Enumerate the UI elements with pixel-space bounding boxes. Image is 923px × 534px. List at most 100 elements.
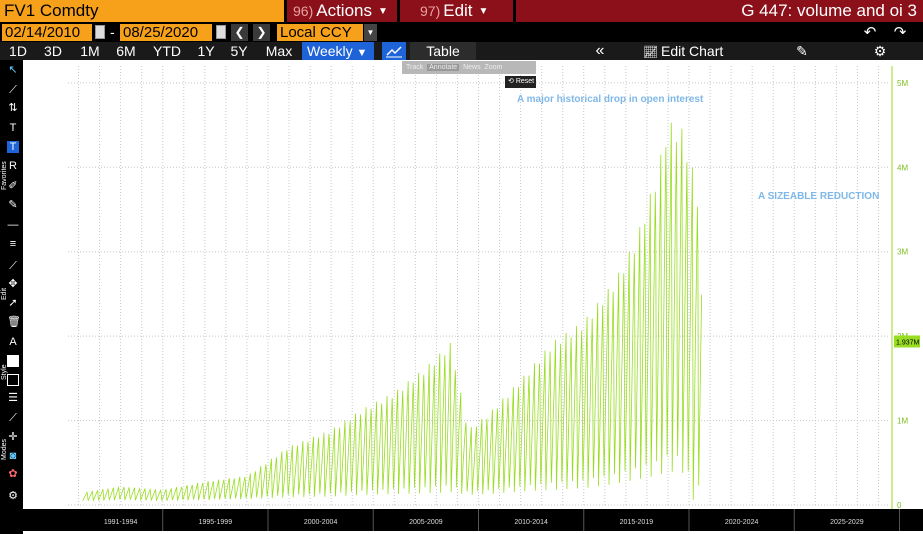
brush-icon[interactable]: ✐	[7, 180, 19, 192]
prev-arrow-icon[interactable]: ❮	[231, 24, 248, 41]
news-button[interactable]: News	[463, 64, 481, 71]
calendar-icon[interactable]	[95, 25, 105, 39]
line-color-icon[interactable]	[7, 374, 19, 386]
channel-icon[interactable]: ≡	[7, 238, 19, 250]
cursor-icon[interactable]: ↖	[7, 64, 19, 76]
range-6m-button[interactable]: 6M	[110, 42, 142, 60]
fill-color-icon[interactable]	[7, 355, 19, 367]
y-tick-label: 5M	[897, 79, 908, 88]
end-date-input[interactable]: 08/25/2020	[120, 24, 212, 41]
range-toolbar: 1D 3D 1M 6M YTD 1Y 5Y Max Weekly ▼ Table…	[0, 42, 923, 60]
open-interest-chart[interactable]: 01M2M3M4M5M1991-19941995-19992000-200420…	[23, 60, 923, 534]
start-date-input[interactable]: 02/14/2010	[2, 24, 92, 41]
reset-icon: ⟲	[508, 78, 514, 85]
reset-label: Reset	[515, 78, 535, 85]
line-chart-icon	[386, 46, 402, 58]
actions-label: Actions	[316, 1, 372, 20]
top-menu-bar: FV1 Comdty 96) Actions ▼ 97) Edit ▼ G 447: v…	[0, 0, 923, 23]
edit-label: Edit	[443, 1, 473, 20]
x-axis-band	[23, 509, 923, 531]
caret-down-icon: ▼	[478, 6, 489, 17]
pencil-icon[interactable]: ✎	[792, 42, 812, 60]
trash-icon[interactable]: 🗑︎	[7, 316, 21, 328]
x-tick-label: 2020-2024	[725, 519, 759, 526]
range-5y-button[interactable]: 5Y	[225, 42, 253, 60]
range-3d-button[interactable]: 3D	[39, 42, 67, 60]
y-tick-label: 4M	[897, 163, 908, 172]
track-button[interactable]: Track	[406, 64, 423, 71]
text-tool-icon[interactable]: T	[7, 122, 19, 134]
font-icon[interactable]: A	[7, 336, 19, 348]
reset-button[interactable]: ⟲ Reset	[505, 76, 536, 88]
x-tick-label: 2010-2014	[514, 519, 548, 526]
x-tick-label: 2005-2009	[409, 519, 443, 526]
open-interest-series-line	[82, 122, 702, 503]
regression-icon[interactable]: R	[7, 160, 19, 172]
range-1y-button[interactable]: 1Y	[192, 42, 220, 60]
range-ytd-button[interactable]: YTD	[148, 42, 186, 60]
pen-icon[interactable]: ✎	[7, 199, 19, 211]
x-tick-label: 2025-2029	[830, 519, 864, 526]
undo-icon[interactable]: ↶	[860, 23, 880, 42]
x-tick-label: 1995-1999	[199, 519, 233, 526]
select-icon[interactable]: ➚	[7, 297, 19, 309]
trend-icon[interactable]: ⇅	[7, 102, 19, 114]
calendar-icon[interactable]	[216, 25, 226, 39]
actions-number: 96)	[293, 3, 314, 19]
last-value-label: 1.937M	[896, 339, 920, 346]
edit-chart-label: Edit Chart	[661, 43, 724, 59]
chart-type-button[interactable]	[382, 42, 406, 60]
range-1m-button[interactable]: 1M	[75, 42, 105, 60]
chart-bars-icon: 📈︎	[643, 45, 659, 59]
collapse-icon[interactable]: «	[590, 42, 610, 60]
annotation-toolbar: ↖ ⟋ ⇅ T T R ✐ ✎ — ≡ ⟋ ✥ ➚ 🗑︎ A ☰ ⟋ ✛ ◙ ✿…	[0, 60, 23, 534]
table-button[interactable]: Table	[410, 42, 476, 60]
crosshair-icon[interactable]: ✛	[7, 431, 19, 443]
move-icon[interactable]: ✥	[7, 278, 19, 290]
edit-menu[interactable]: 97) Edit ▼	[400, 0, 513, 22]
date-range-bar: 02/14/2010 - 08/25/2020 ❮ ❯ Local CCY ▼ …	[0, 23, 923, 42]
annotation-major-drop: A major historical drop in open interest	[517, 94, 704, 105]
actions-menu[interactable]: 96) Actions ▼	[287, 0, 397, 22]
redo-icon[interactable]: ↷	[890, 23, 910, 42]
erase-icon[interactable]: ⟋	[7, 260, 19, 272]
caret-down-icon: ▼	[356, 47, 368, 59]
highlight-tool-icon[interactable]: T	[7, 141, 19, 153]
style-section-label: Style	[1, 364, 8, 380]
ruler-icon[interactable]: ⟋	[7, 412, 19, 424]
x-tick-label: 2000-2004	[304, 519, 338, 526]
modes-section-label: Modes	[1, 438, 8, 460]
currency-select[interactable]: Local CCY	[277, 24, 363, 41]
y-tick-label: 1M	[897, 417, 908, 426]
x-tick-label: 1991-1994	[104, 519, 138, 526]
currency-dropdown-icon[interactable]: ▼	[364, 24, 377, 41]
chart-mode-bar: Track Annotate News Zoom	[402, 61, 536, 74]
color-palette-icon[interactable]: ✿	[7, 468, 19, 480]
caret-down-icon: ▼	[377, 6, 388, 17]
range-max-button[interactable]: Max	[262, 42, 296, 60]
edit-number: 97)	[420, 3, 441, 19]
gear-icon[interactable]: ⚙	[870, 42, 890, 60]
page-title: G 447: volume and oi 3	[516, 0, 923, 22]
periodicity-label: Weekly	[307, 43, 353, 59]
next-arrow-icon[interactable]: ❯	[253, 24, 270, 41]
chart-area[interactable]: 01M2M3M4M5M1991-19941995-19992000-200420…	[23, 60, 923, 534]
annotation-sizeable-reduction: A SIZEABLE REDUCTION	[758, 191, 879, 202]
periodicity-select[interactable]: Weekly ▼	[302, 42, 374, 60]
snap-icon[interactable]: ◙	[7, 450, 19, 462]
range-1d-button[interactable]: 1D	[4, 42, 32, 60]
zoom-button[interactable]: Zoom	[484, 64, 502, 71]
date-separator: -	[110, 24, 115, 40]
horizontal-line-icon[interactable]: —	[7, 219, 19, 231]
y-tick-label: 3M	[897, 248, 908, 257]
y-tick-label: 0	[897, 501, 902, 510]
edit-section-label: Edit	[1, 287, 8, 300]
ticker-field[interactable]: FV1 Comdty	[0, 0, 284, 22]
draw-line-icon[interactable]: ⟋	[7, 84, 19, 96]
x-tick-label: 2015-2019	[620, 519, 654, 526]
line-style-icon[interactable]: ☰	[7, 392, 19, 404]
settings-icon[interactable]: ⚙	[7, 490, 19, 502]
favorites-section-label: Favorites	[1, 161, 8, 190]
edit-chart-button[interactable]: 📈︎ Edit Chart	[643, 42, 743, 60]
annotate-button[interactable]: Annotate	[427, 64, 460, 71]
